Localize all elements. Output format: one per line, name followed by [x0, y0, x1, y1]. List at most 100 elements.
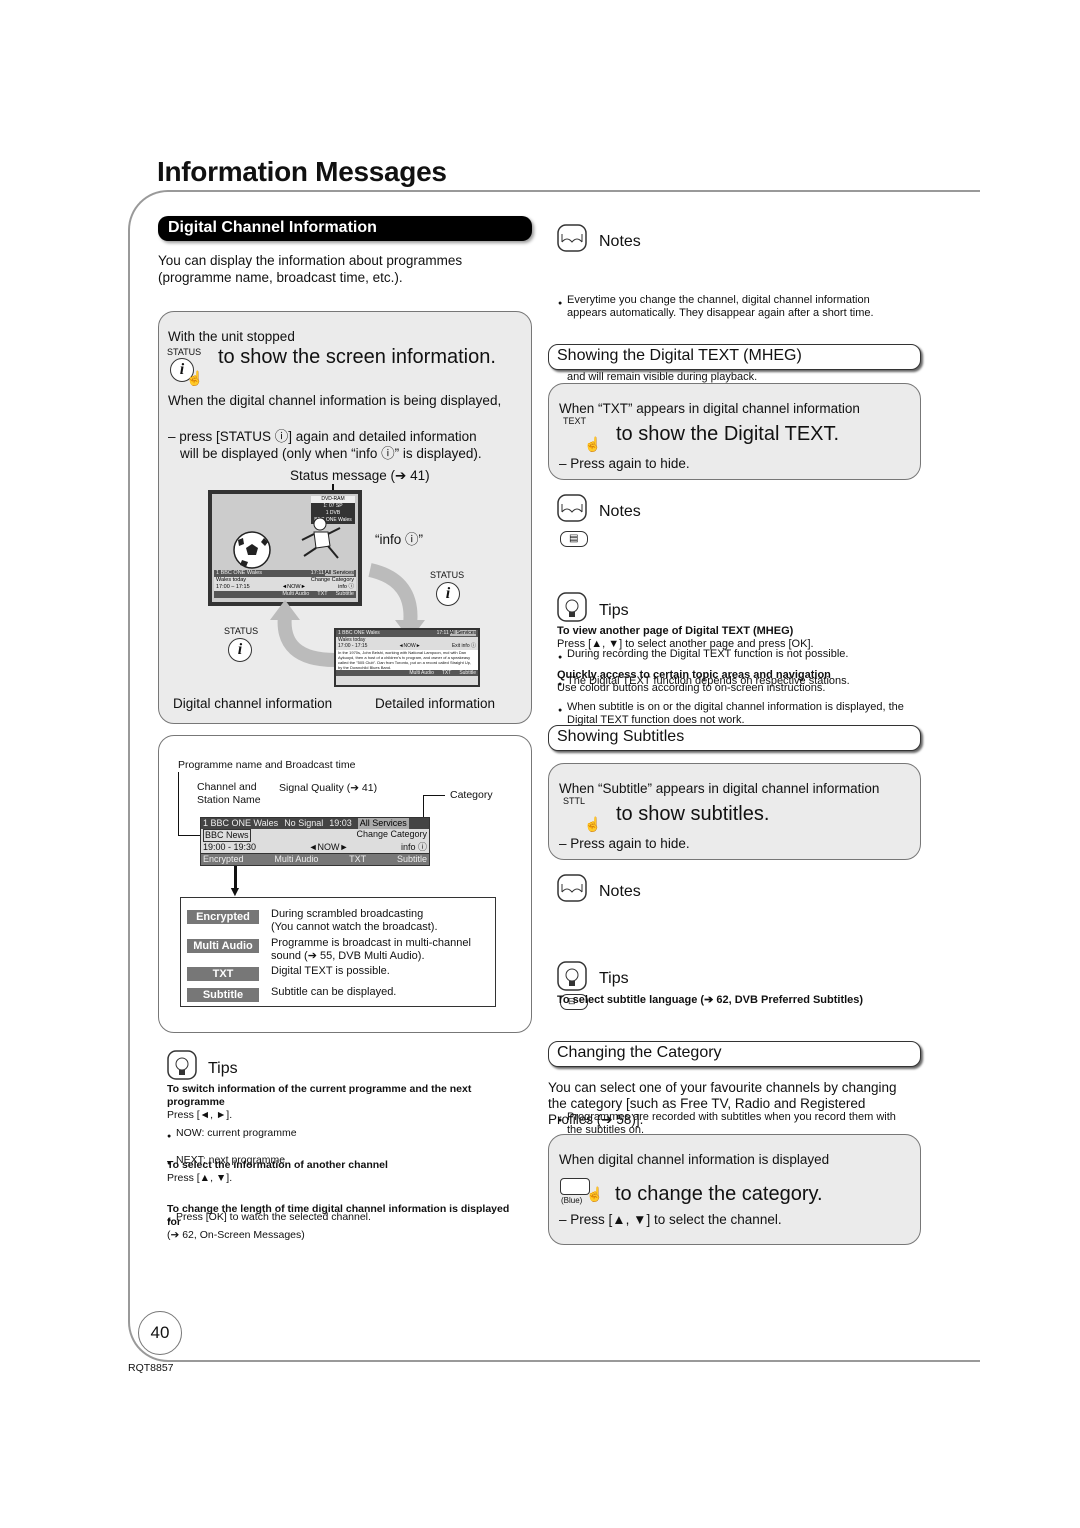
legend-subtitle: Subtitle — [396, 854, 427, 864]
tag-txt: TXT — [187, 967, 259, 981]
step-condition: With the unit stopped — [168, 329, 295, 344]
detail-time: 17:11 — [436, 630, 449, 636]
status-button-label: STATUS — [167, 347, 202, 357]
tag-multi-audio: Multi Audio — [187, 939, 259, 953]
detail-description: In the 1970s, John Belshi, working with … — [336, 649, 478, 670]
legend-channel: 1 BBC ONE Wales — [203, 818, 279, 828]
detail-exit-info: Exit info ⓘ — [451, 643, 476, 649]
legend-time: 19:03 — [329, 818, 352, 828]
note-item: Everytime you change the channel, digita… — [558, 294, 912, 320]
tips-text: Press [▲, ▼] to select another page and … — [557, 638, 814, 650]
tips-text: (➔ 62, On-Screen Messages) — [167, 1229, 305, 1241]
section-title-category: Changing the Category — [548, 1041, 921, 1067]
sttl-button-label: STTL — [563, 796, 586, 806]
mheg-condition: When “TXT” appears in digital channel in… — [559, 401, 860, 416]
caption-detailed-info: Detailed information — [375, 696, 496, 711]
status-message-label: Status message (➔ 41) — [290, 468, 430, 483]
detailed-info-screen: 1 BBC ONE Wales 17:11 All Services Wales… — [334, 628, 480, 687]
tips-text: Press [◄, ►]. — [167, 1109, 233, 1121]
label-category: Category — [450, 789, 493, 801]
legend-now: ◄NOW► — [308, 842, 349, 852]
status-info-button-icon[interactable]: i — [228, 638, 252, 662]
category-intro: You can select one of your favourite cha… — [548, 1080, 897, 1127]
section-title-subtitles: Showing Subtitles — [548, 725, 921, 751]
detail-channel: 1 BBC ONE Wales — [338, 630, 380, 636]
info-label: “info ⓘ” — [375, 532, 424, 547]
tag-row: TXT — [187, 964, 259, 982]
status-line: 1: 07 SP — [323, 503, 343, 509]
legend-bottom-row: Encrypted Multi Audio TXT Subtitle — [201, 853, 429, 865]
status-button-label-right: STATUS — [430, 570, 465, 580]
page-title: Information Messages — [157, 156, 447, 187]
label-signal: Signal Quality (➔ 41) — [279, 782, 378, 794]
category-condition: When digital channel information is disp… — [559, 1152, 830, 1167]
category-action: to change the category. — [615, 1183, 823, 1205]
label-programme: Programme name and Broadcast time — [178, 759, 356, 771]
tips-heading: Tips — [599, 602, 629, 619]
legend-signal: No Signal — [284, 818, 324, 828]
status-info-button-icon[interactable]: i — [436, 582, 460, 606]
tag-desc-line: During scrambled broadcasting — [271, 908, 424, 920]
detail-time-row: 17:00 - 17:15 ◄NOW► Exit info ⓘ — [336, 643, 478, 650]
status-line: DVD-RAM — [311, 496, 355, 503]
notes-book-icon — [557, 224, 587, 252]
section-title-digital-channel-info: Digital Channel Information — [158, 216, 532, 241]
note-item: When subtitle is on or the digital chann… — [558, 701, 917, 727]
tips-heading: Tips — [208, 1060, 238, 1077]
caption-digital-channel-info: Digital channel information — [173, 696, 333, 711]
tag-row: Subtitle — [187, 985, 259, 1003]
tag-desc: Subtitle can be displayed. — [271, 986, 397, 998]
legend-category: All Services — [357, 818, 409, 829]
subtitles-action: to show subtitles. — [616, 803, 770, 825]
tag-encrypted: Encrypted — [187, 910, 259, 924]
detail-multi-audio: Multi Audio — [409, 669, 434, 676]
legend-mid-row: BBC News Change Category — [201, 829, 429, 842]
tag-desc-line: (You cannot watch the broadcast). — [271, 921, 438, 933]
detail-subtitle: Subtitle — [459, 669, 476, 676]
legend-txt: TXT — [349, 854, 367, 864]
doc-code: RQT8857 — [128, 1362, 174, 1374]
category-hint: – Press [▲, ▼] to select the channel. — [559, 1212, 782, 1227]
legend-change-category: Change Category — [356, 829, 427, 839]
status-button-label-left: STATUS — [224, 626, 259, 636]
tag-desc: During scrambled broadcasting (You cannot… — [271, 908, 438, 934]
step-line3: will be displayed (only when “info ⓘ” is… — [180, 446, 482, 461]
notes-heading: Notes — [599, 883, 641, 900]
tips-heading: Tips — [599, 970, 629, 987]
mheg-action: to show the Digital TEXT. — [616, 423, 840, 445]
hand-press-icon: ☝ — [586, 1186, 604, 1202]
page-number: 40 — [138, 1311, 182, 1355]
tips-subheading: To change the length of time digital cha… — [167, 1203, 510, 1228]
tag-row: Encrypted — [187, 907, 259, 925]
leader-line — [178, 772, 179, 836]
player-illustration — [301, 517, 341, 559]
tag-legend-table: Encrypted During scrambled broadcasting(… — [180, 897, 496, 1007]
text-button-icon[interactable]: ▤ — [560, 530, 588, 547]
text-button-label: TEXT — [563, 416, 587, 426]
tips-text: Press [▲, ▼]. — [167, 1172, 233, 1184]
blue-button-label: (Blue) — [561, 1196, 583, 1205]
notes-heading: Notes — [599, 503, 641, 520]
legend-programme: BBC News — [203, 829, 251, 842]
osd-legend-bar: 1 BBC ONE Wales No Signal 19:03 All Serv… — [200, 817, 430, 866]
tips-text: Use colour buttons according to on-scree… — [557, 682, 826, 694]
label-channel: Channel and Station Name — [197, 781, 261, 806]
hand-press-icon: ☝ — [186, 370, 204, 386]
down-arrow-icon: ▼ — [228, 883, 242, 899]
tag-row: Multi Audio — [187, 936, 259, 954]
subtitles-hide: – Press again to hide. — [559, 836, 690, 851]
tag-desc: Programme is broadcast in multi-channel s… — [271, 937, 471, 963]
leader-line — [423, 795, 445, 796]
intro-text: You can display the information about pr… — [158, 253, 463, 285]
leader-line — [423, 795, 424, 817]
tag-desc-line: Programme is broadcast in multi-channel — [271, 937, 471, 949]
section-title-mheg: Showing the Digital TEXT (MHEG) — [548, 344, 921, 370]
tag-desc-line: sound (➔ 55, DVB Multi Audio). — [271, 950, 425, 962]
detail-times: 17:00 - 17:15 — [338, 643, 368, 649]
tips-lightbulb-icon — [167, 1050, 197, 1080]
notes-book-icon — [557, 494, 587, 522]
tips-lightbulb-icon — [557, 961, 587, 991]
detail-bottom-row: Multi Audio TXT Subtitle — [336, 669, 478, 676]
detail-category: All Services — [449, 630, 476, 636]
legend-time-row: 19:00 - 19:30 ◄NOW► info ⓘ — [201, 842, 429, 853]
